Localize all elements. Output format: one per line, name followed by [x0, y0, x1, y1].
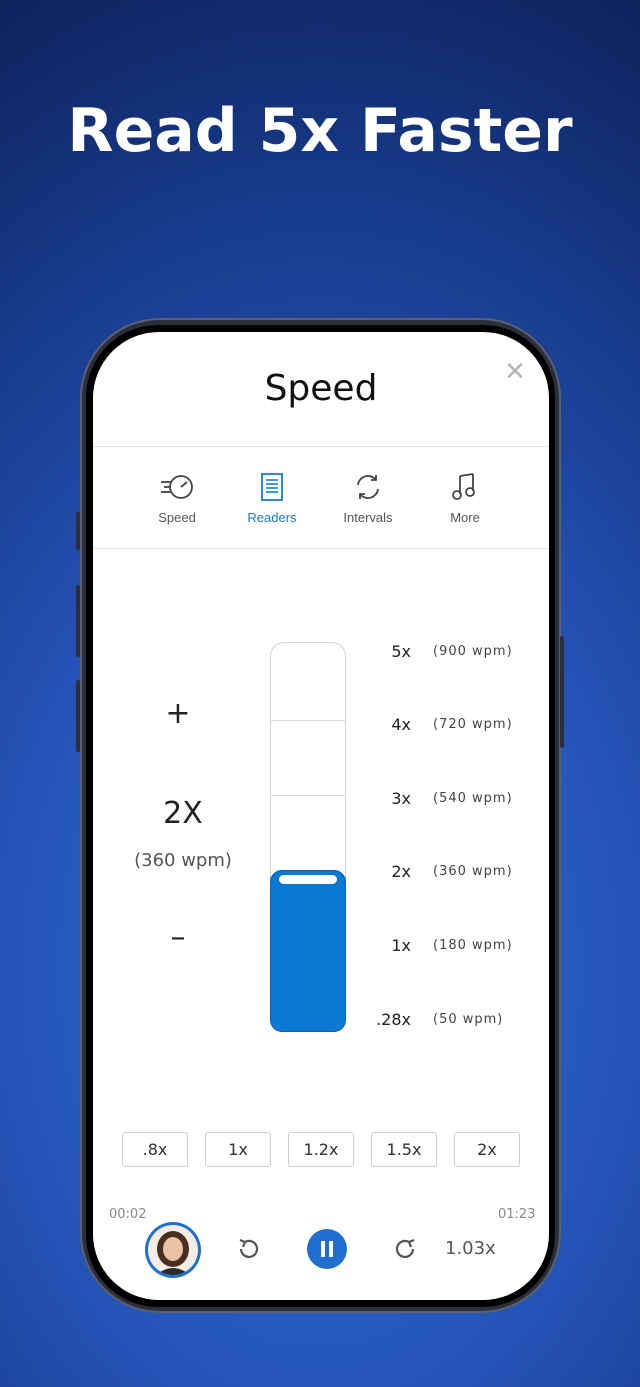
preset-button[interactable]: 1x [205, 1132, 271, 1167]
preset-button[interactable]: 1.5x [371, 1132, 437, 1167]
decrease-speed-button[interactable]: – [153, 920, 203, 955]
level-wpm: (900 wpm) [433, 644, 513, 659]
gauge-handle[interactable] [279, 875, 337, 884]
level-row[interactable]: 4x (720 wpm) [383, 715, 523, 739]
level-row[interactable]: 5x (900 wpm) [383, 642, 523, 666]
phone-button [76, 680, 80, 752]
tab-intervals[interactable]: Intervals [323, 472, 413, 532]
speedometer-icon [161, 475, 193, 499]
tab-label: More [450, 510, 480, 525]
level-wpm: (180 wpm) [433, 938, 513, 953]
preset-button[interactable]: 2x [454, 1132, 520, 1167]
sheet-title: Speed [264, 368, 378, 409]
speed-gauge[interactable] [270, 642, 346, 1032]
refresh-icon [357, 475, 379, 499]
tab-more[interactable]: More [420, 472, 510, 532]
forward-button[interactable] [393, 1236, 419, 1262]
current-speed: 2X [163, 796, 203, 831]
level-wpm: (720 wpm) [433, 717, 513, 732]
tab-readers[interactable]: Readers [227, 472, 317, 532]
preset-button[interactable]: .8x [122, 1132, 188, 1167]
tabs-divider [93, 548, 549, 549]
increase-speed-button[interactable]: + [153, 696, 203, 731]
level-multiplier: 1x [391, 936, 411, 955]
rewind-button[interactable] [235, 1236, 261, 1262]
level-row[interactable]: 3x (540 wpm) [383, 789, 523, 813]
level-row[interactable]: .28x (50 wpm) [376, 1010, 523, 1034]
gauge-tick [271, 720, 345, 721]
phone-button [560, 636, 564, 748]
level-wpm: (540 wpm) [433, 791, 513, 806]
level-row[interactable]: 1x (180 wpm) [383, 936, 523, 960]
gauge-tick [271, 795, 345, 796]
playback-speed[interactable]: 1.03x [445, 1238, 505, 1259]
phone-button [76, 512, 80, 550]
person-icon [156, 1231, 190, 1275]
tab-label: Intervals [343, 510, 393, 525]
avatar[interactable] [145, 1222, 201, 1278]
level-wpm: (50 wpm) [433, 1012, 504, 1027]
total-time: 01:23 [498, 1207, 536, 1222]
level-multiplier: 3x [391, 789, 411, 808]
elapsed-time: 00:02 [109, 1207, 147, 1222]
forward-icon [395, 1238, 415, 1258]
tab-speed[interactable]: Speed [132, 472, 222, 532]
music-note-icon [452, 473, 475, 500]
pause-button[interactable] [307, 1229, 347, 1269]
level-wpm: (360 wpm) [433, 864, 513, 879]
level-multiplier: .28x [376, 1010, 411, 1029]
level-multiplier: 4x [391, 715, 411, 734]
rewind-icon [239, 1238, 259, 1258]
phone-button [76, 585, 80, 657]
document-icon [261, 473, 283, 501]
tab-label: Readers [247, 510, 297, 525]
level-multiplier: 2x [391, 862, 411, 881]
headline: Read 5x Faster [67, 96, 573, 166]
level-row[interactable]: 2x (360 wpm) [383, 862, 523, 886]
avatar-image [148, 1225, 198, 1275]
tab-label: Speed [158, 510, 196, 525]
speed-sheet: ✕ Speed Speed Readers Intervals More + 2… [93, 332, 549, 1300]
current-wpm: (360 wpm) [134, 850, 232, 871]
preset-button[interactable]: 1.2x [288, 1132, 354, 1167]
header-divider [93, 446, 549, 447]
pause-icon [321, 1241, 333, 1257]
level-multiplier: 5x [391, 642, 411, 661]
gauge-fill [270, 870, 346, 1032]
